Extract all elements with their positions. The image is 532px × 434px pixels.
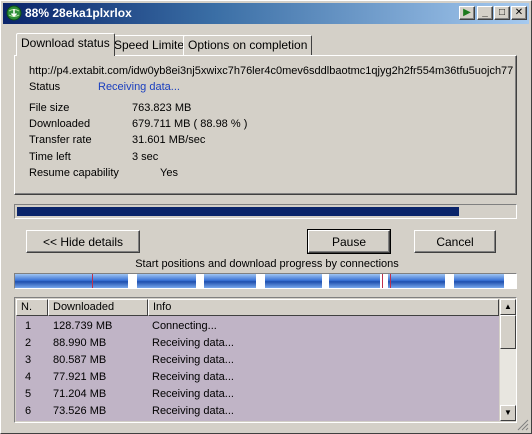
connection-gap	[128, 274, 137, 288]
cancel-button[interactable]: Cancel	[414, 230, 496, 253]
table-row[interactable]: 4 77.921 MB Receiving data...	[16, 369, 499, 386]
cell-n: 4	[25, 371, 32, 383]
cell-info: Receiving data...	[152, 405, 234, 417]
cell-downloaded: 71.204 MB	[53, 388, 107, 400]
cell-downloaded: 88.990 MB	[53, 337, 107, 349]
time-left-label: Time left	[29, 151, 71, 163]
resize-grip-icon[interactable]	[517, 419, 529, 431]
maximize-button[interactable]: □	[494, 6, 510, 20]
cell-n: 1	[25, 320, 32, 332]
cell-n: 5	[25, 388, 32, 400]
title-bar[interactable]: 88% 28eka1plxrlox ▶ _ □ ✕	[3, 3, 529, 24]
cell-info: Receiving data...	[152, 354, 234, 366]
connection-gap	[322, 274, 329, 288]
connection-start-marker	[382, 274, 383, 288]
file-size-label: File size	[29, 102, 70, 114]
resume-capability-value: Yes	[160, 167, 178, 179]
arrow-up-icon[interactable]: ▲	[500, 299, 516, 315]
close-button[interactable]: ✕	[511, 6, 527, 20]
cell-n: 3	[25, 354, 32, 366]
connection-gap	[445, 274, 454, 288]
cell-info: Receiving data...	[152, 371, 234, 383]
cell-downloaded: 128.739 MB	[53, 320, 113, 332]
column-header-downloaded[interactable]: Downloaded	[48, 299, 148, 316]
connections-list-body: N. Downloaded Info 1 128.739 MB Connecti…	[16, 299, 499, 421]
run-icon[interactable]: ▶	[459, 6, 475, 20]
cell-downloaded: 77.921 MB	[53, 371, 107, 383]
cell-info: Connecting...	[152, 320, 217, 332]
tab-options-on-completion[interactable]: Options on completion	[183, 35, 313, 55]
download-status-panel: http://p4.extabit.com/idw0yb8ei3nj5xwixc…	[14, 55, 517, 195]
progress-fill	[17, 207, 459, 216]
globe-download-icon	[6, 5, 22, 21]
table-row[interactable]: 5 71.204 MB Receiving data...	[16, 386, 499, 403]
downloaded-label: Downloaded	[29, 118, 91, 130]
connection-start-marker	[390, 274, 391, 288]
transfer-rate-value: 31.601 MB/sec	[132, 134, 206, 146]
status-label: Status	[29, 81, 61, 93]
connection-start-marker	[92, 274, 93, 288]
connection-gap	[196, 274, 204, 288]
scrollbar-thumb[interactable]	[500, 315, 516, 349]
cell-n: 2	[25, 337, 32, 349]
download-progress-bar	[14, 204, 517, 219]
minimize-button[interactable]: _	[477, 6, 493, 20]
downloaded-value: 679.711 MB ( 88.98 % )	[132, 118, 248, 130]
cell-info: Receiving data...	[152, 337, 234, 349]
hide-details-button[interactable]: << Hide details	[26, 230, 140, 253]
pause-button[interactable]: Pause	[307, 229, 391, 254]
table-row[interactable]: 3 80.587 MB Receiving data...	[16, 352, 499, 369]
column-header-n[interactable]: N.	[16, 299, 48, 316]
tab-download-status[interactable]: Download status	[16, 33, 115, 56]
download-window: 88% 28eka1plxrlox ▶ _ □ ✕ Download statu…	[0, 0, 532, 434]
vertical-scrollbar[interactable]: ▲ ▼	[500, 299, 516, 421]
status-value: Receiving data...	[98, 81, 180, 93]
connections-list[interactable]: N. Downloaded Info 1 128.739 MB Connecti…	[14, 297, 517, 423]
table-row[interactable]: 6 73.526 MB Receiving data...	[16, 403, 499, 420]
cell-info: Receiving data...	[152, 388, 234, 400]
window-title: 88% 28eka1plxrlox	[25, 6, 132, 20]
connections-progress-bar	[14, 273, 517, 289]
time-left-value: 3 sec	[132, 151, 159, 163]
resume-capability-label: Resume capability	[29, 167, 119, 179]
table-row[interactable]: 1 128.739 MB Connecting...	[16, 318, 499, 335]
connection-gap	[504, 274, 516, 288]
tab-speed-limiter[interactable]: Speed Limiter	[109, 35, 194, 55]
cell-n: 6	[25, 405, 32, 417]
connections-caption: Start positions and download progress by…	[135, 258, 399, 270]
connection-gap	[256, 274, 265, 288]
list-header: N. Downloaded Info	[16, 299, 499, 316]
file-size-value: 763.823 MB	[132, 102, 192, 114]
arrow-down-icon[interactable]: ▼	[500, 405, 516, 421]
download-url: http://p4.extabit.com/idw0yb8ei3nj5xwixc…	[29, 65, 514, 77]
table-row[interactable]: 2 88.990 MB Receiving data...	[16, 335, 499, 352]
transfer-rate-label: Transfer rate	[29, 134, 92, 146]
cell-downloaded: 80.587 MB	[53, 354, 107, 366]
cell-downloaded: 73.526 MB	[53, 405, 107, 417]
column-header-info[interactable]: Info	[148, 299, 499, 316]
